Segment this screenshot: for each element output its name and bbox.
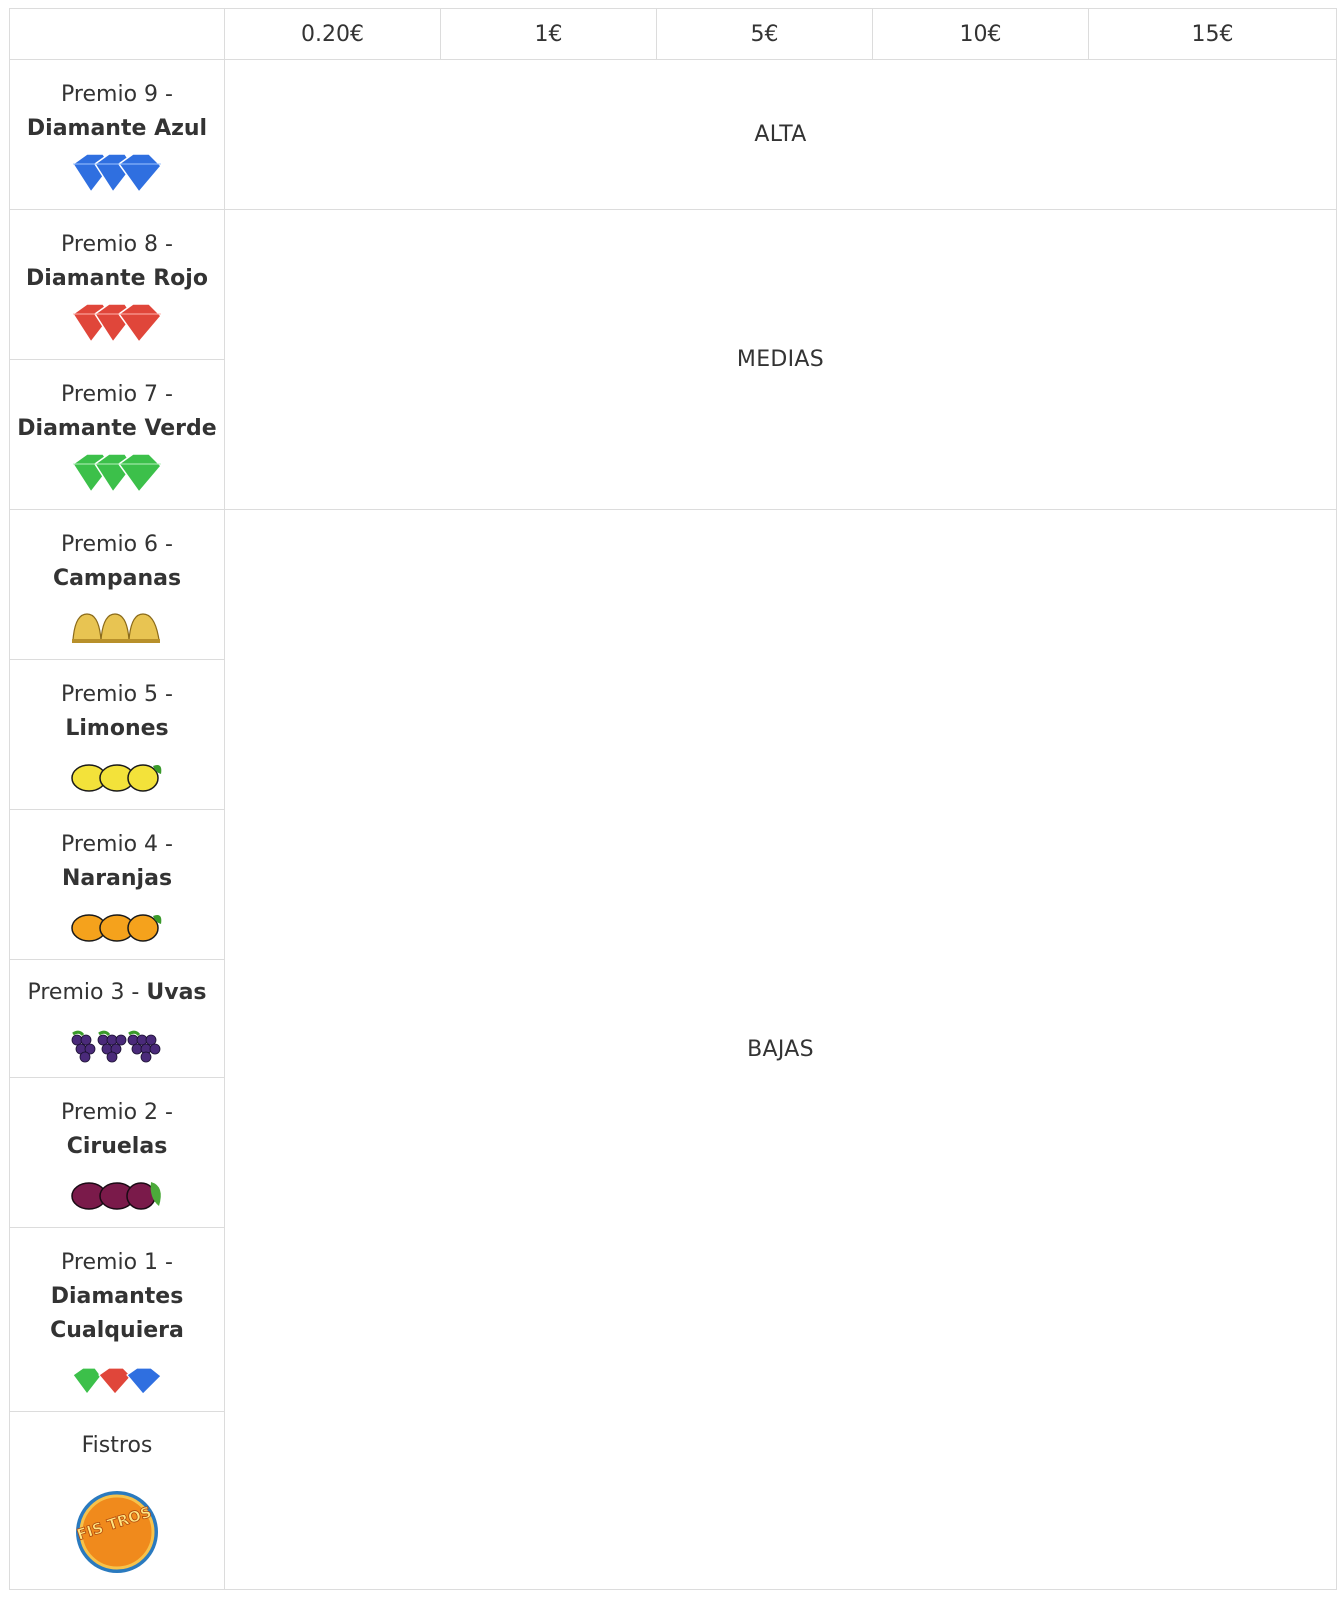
corner-cell [9, 8, 225, 60]
prize-name: Ciruelas [66, 1133, 168, 1159]
prize-name: Diamante Verde [17, 415, 217, 441]
prize-prefix: Premio 8 - [61, 231, 173, 257]
prize-name: Limones [65, 715, 169, 741]
blue-diamonds-icon [71, 152, 163, 193]
lemons-icon [71, 763, 162, 792]
prize-cell-7: Premio 7 - Diamante Verde [9, 359, 225, 510]
bet-header-3: 5€ [656, 8, 873, 60]
prize-name: Diamante Rojo [26, 265, 208, 291]
prize-prefix: Premio 5 - [61, 681, 173, 707]
bells-icon [72, 612, 160, 643]
prize-name: Campanas [52, 565, 182, 591]
green-diamonds-icon [71, 452, 163, 493]
plums-icon [71, 1181, 161, 1210]
prize-name: Naranjas [61, 865, 173, 891]
prize-cell-2: Premio 2 - Ciruelas [9, 1077, 225, 1228]
tier-alta: ALTA [224, 59, 1337, 210]
bet-header-1: 0.20€ [224, 8, 441, 60]
bet-header-4: 10€ [872, 8, 1089, 60]
fistros-coin-icon: FIS TROS [74, 1490, 158, 1573]
mixed-diamonds-icon [72, 1366, 162, 1395]
prize-prefix: Premio 9 - [61, 81, 173, 107]
prize-name: Diamante Azul [26, 115, 208, 141]
grapes-icon [71, 1030, 161, 1062]
table-row: Premio 8 - Diamante Rojo MEDIAS [9, 209, 1337, 510]
table-row: Premio 9 - Diamante Azul ALTA [9, 59, 1337, 210]
prize-cell-1: Premio 1 - Diamantes Cualquiera [9, 1227, 225, 1412]
prize-cell-8: Premio 8 - Diamante Rojo [9, 209, 225, 360]
oranges-icon [71, 913, 162, 942]
prize-cell-3: Premio 3 - Uvas [9, 959, 225, 1078]
prize-prefix: Premio 2 - [61, 1099, 173, 1125]
table-row: Premio 6 - Campanas BAJAS [9, 509, 1337, 1590]
prize-name: Uvas [146, 979, 207, 1005]
prize-cell-fistros: Fistros FIS TROS [9, 1411, 225, 1590]
bet-header-5: 15€ [1088, 8, 1337, 60]
prize-cell-5: Premio 5 - Limones [9, 659, 225, 810]
prize-prefix: Premio 1 - [61, 1249, 173, 1275]
red-diamonds-icon [71, 302, 163, 343]
prize-prefix: Premio 6 - [61, 531, 173, 557]
prize-table: 0.20€ 1€ 5€ 10€ 15€ Premio 9 - Diamante A… [9, 8, 1337, 1590]
prize-prefix: Premio 7 - [61, 381, 173, 407]
bet-header-2: 1€ [440, 8, 657, 60]
prize-name: Diamantes Cualquiera [50, 1283, 184, 1343]
prize-cell-4: Premio 4 - Naranjas [9, 809, 225, 960]
prize-prefix: Premio 3 - [27, 979, 140, 1005]
header-row: 0.20€ 1€ 5€ 10€ 15€ [9, 8, 1337, 60]
prize-prefix: Premio 4 - [61, 831, 173, 857]
prize-cell-9: Premio 9 - Diamante Azul [9, 59, 225, 210]
tier-medias: MEDIAS [224, 209, 1337, 510]
prize-cell-6: Premio 6 - Campanas [9, 509, 225, 660]
prize-name: Fistros [81, 1432, 153, 1458]
tier-bajas: BAJAS [224, 509, 1337, 1590]
